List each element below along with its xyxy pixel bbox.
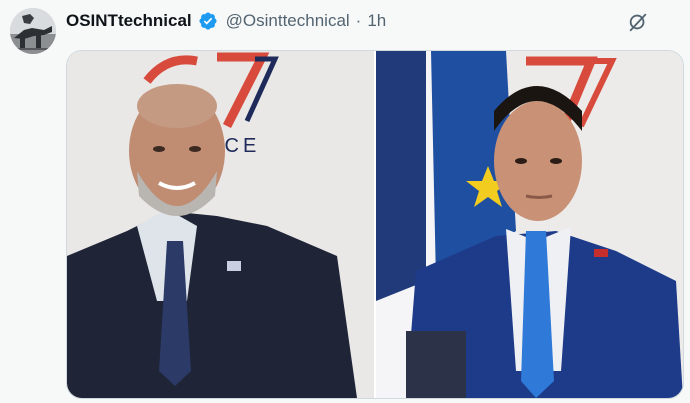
post-time[interactable]: 1h	[367, 11, 386, 31]
tweet-header: OSINTtechnical @Osinttechnical · 1h	[66, 8, 386, 34]
photo-right	[376, 51, 683, 398]
media-image-left[interactable]: ICE	[67, 51, 374, 398]
avatar-image	[10, 8, 56, 54]
photo-left: ICE	[67, 51, 374, 398]
author-handle[interactable]: @Osinttechnical	[226, 11, 350, 31]
grok-icon[interactable]	[626, 10, 650, 34]
author-name[interactable]: OSINTtechnical	[66, 11, 192, 31]
tweet[interactable]: OSINTtechnical @Osinttechnical · 1h ICE	[0, 0, 690, 403]
media-image-right[interactable]	[376, 51, 683, 398]
separator-dot: ·	[355, 11, 362, 30]
avatar[interactable]	[10, 8, 56, 54]
verified-badge-icon	[198, 11, 218, 31]
media-grid: ICE	[66, 50, 684, 399]
